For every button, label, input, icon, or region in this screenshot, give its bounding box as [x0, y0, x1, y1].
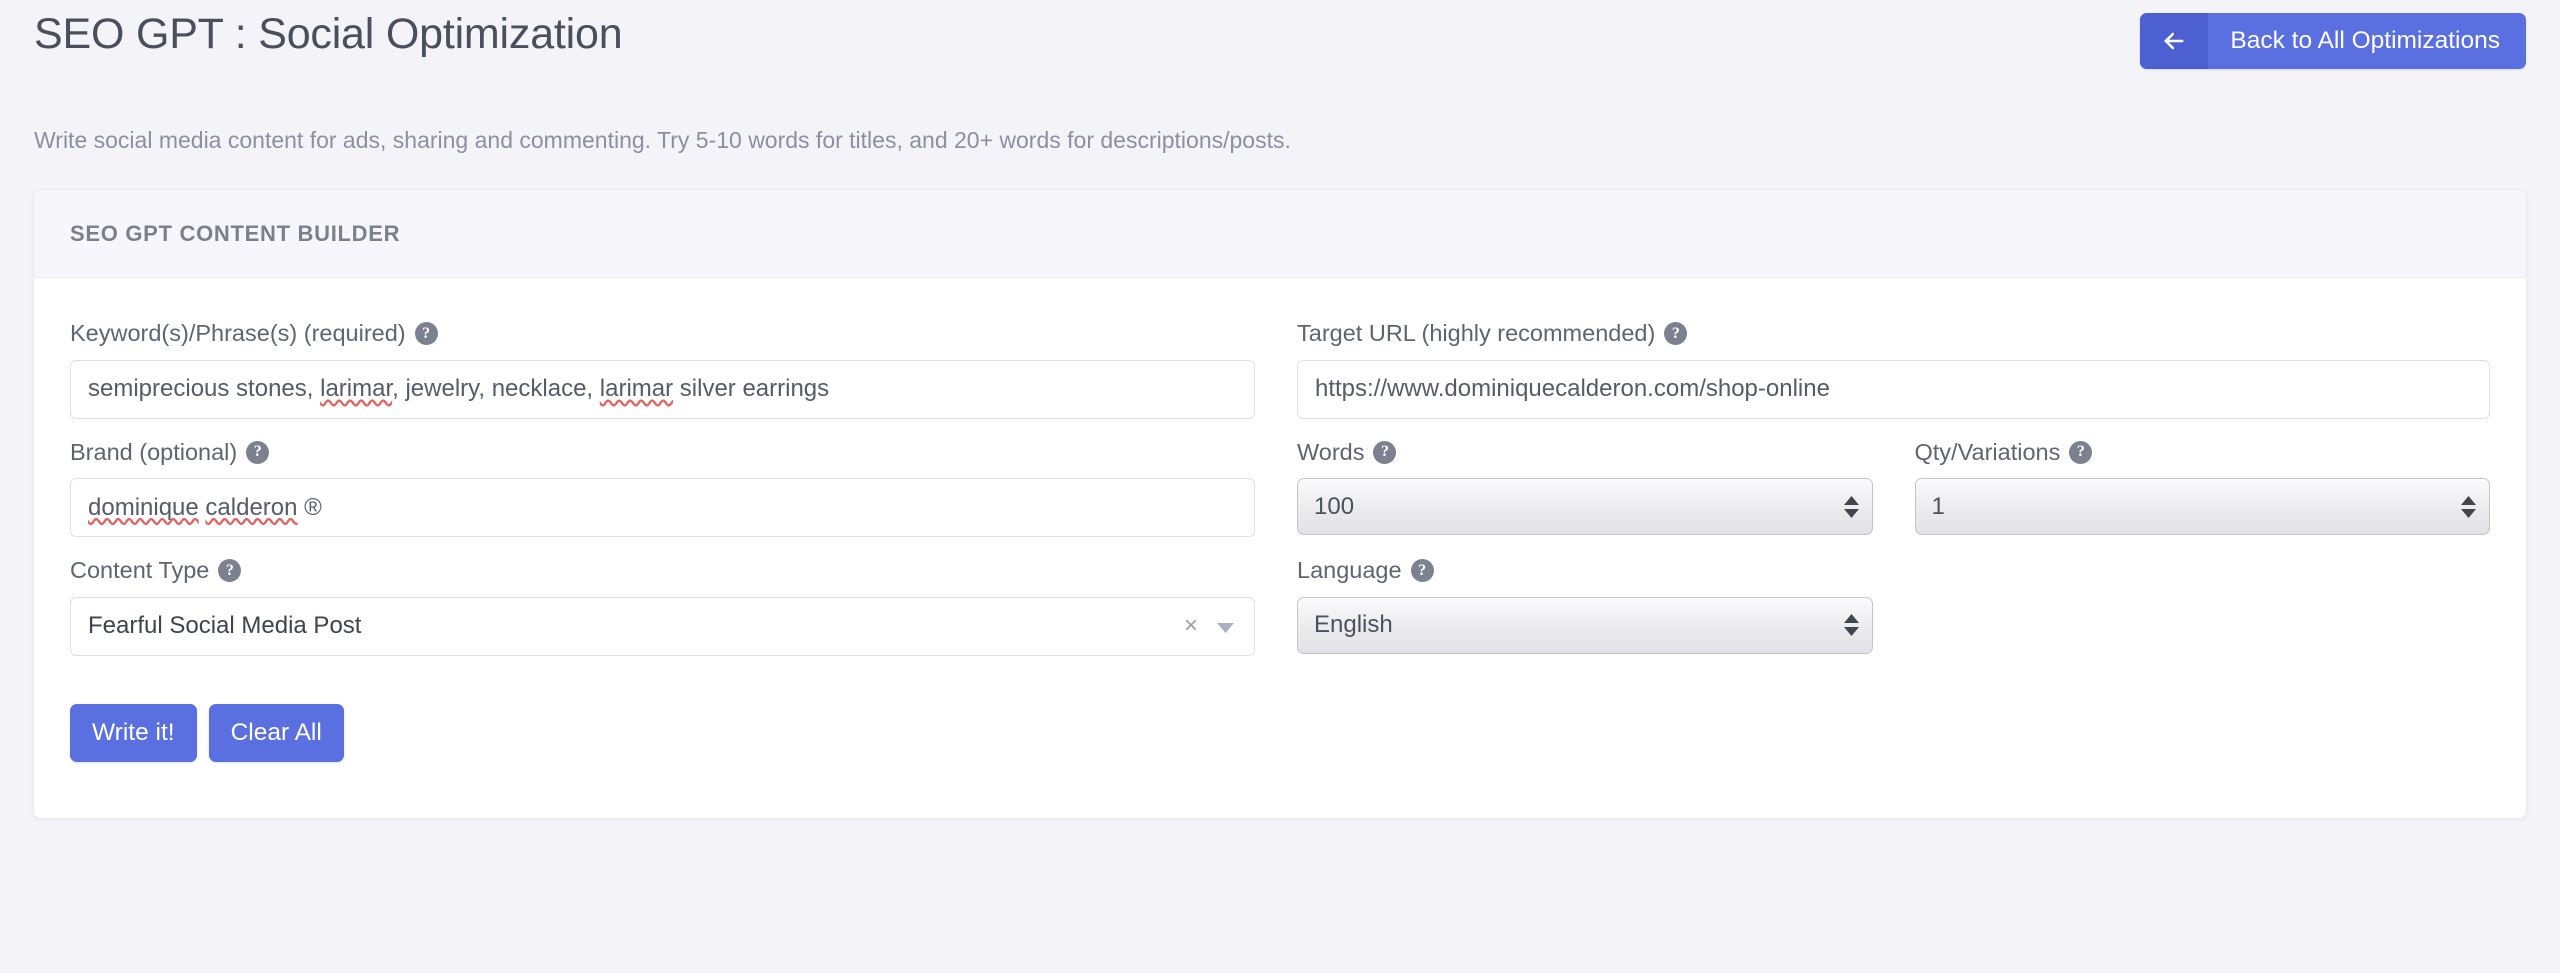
- help-circle-icon[interactable]: ?: [414, 322, 438, 346]
- arrow-left-icon: [2140, 13, 2209, 69]
- chevron-down-icon: [1843, 627, 1859, 636]
- help-circle-icon[interactable]: ?: [246, 440, 270, 464]
- target-url-input[interactable]: [1297, 359, 2490, 419]
- field-language: Language ? English: [1297, 557, 1873, 656]
- form-row-3: Content Type ? Fearful Social Media Post…: [70, 557, 2491, 656]
- content-type-select[interactable]: Fearful Social Media Post ×: [70, 596, 1255, 656]
- target-url-label: Target URL (highly recommended) ?: [1297, 320, 2490, 346]
- language-label-text: Language: [1297, 557, 1402, 583]
- content-type-value: Fearful Social Media Post: [88, 612, 362, 639]
- card-title: SEO GPT CONTENT BUILDER: [70, 220, 401, 246]
- words-stepper[interactable]: 100: [1297, 478, 1873, 535]
- chevron-down-icon: [1843, 508, 1859, 518]
- clear-all-button[interactable]: Clear All: [208, 703, 344, 762]
- field-target-url: Target URL (highly recommended) ?: [1297, 320, 2490, 419]
- row-1-right: Target URL (highly recommended) ?: [1297, 320, 2490, 419]
- content-builder-card: SEO GPT CONTENT BUILDER Keyword(s)/Phras…: [33, 189, 2527, 819]
- page-header: SEO GPT : Social Optimization Back to Al…: [0, 0, 2560, 153]
- back-to-all-optimizations-button[interactable]: Back to All Optimizations: [2140, 13, 2526, 69]
- language-select-arrows[interactable]: [1843, 614, 1859, 636]
- row-3-spacer: [1915, 559, 2491, 656]
- page-title: SEO GPT : Social Optimization: [34, 10, 623, 58]
- words-value: 100: [1314, 492, 1355, 520]
- keywords-label: Keyword(s)/Phrase(s) (required) ?: [70, 320, 1255, 346]
- back-button-label: Back to All Optimizations: [2230, 27, 2500, 54]
- chevron-up-icon: [1843, 495, 1859, 505]
- qty-variations-label: Qty/Variations ?: [1914, 438, 2491, 465]
- form-row-1: Keyword(s)/Phrase(s) (required) ? semipr…: [70, 320, 2490, 419]
- close-icon[interactable]: ×: [1184, 614, 1198, 638]
- language-value: English: [1314, 611, 1393, 638]
- qty-variations-stepper-arrows[interactable]: [2461, 495, 2476, 518]
- field-brand: Brand (optional) ? dominique calderon ®: [70, 438, 1255, 537]
- words-label-text: Words: [1297, 438, 1365, 465]
- chevron-down-icon: [2461, 508, 2476, 518]
- chevron-up-icon: [1843, 614, 1859, 623]
- content-type-label-text: Content Type: [70, 557, 210, 583]
- form-row-2: Brand (optional) ? dominique calderon ® …: [70, 438, 2491, 538]
- field-qty-variations: Qty/Variations ? 1: [1914, 438, 2491, 538]
- words-stepper-arrows[interactable]: [1843, 495, 1859, 518]
- qty-variations-stepper[interactable]: 1: [1914, 478, 2490, 535]
- brand-value: dominique calderon ®: [88, 493, 322, 521]
- keywords-value: semiprecious stones, larimar, jewelry, n…: [88, 375, 830, 402]
- write-it-button[interactable]: Write it!: [70, 703, 197, 762]
- row-2-right: Words ? 100 Qty/Variations ? 1: [1297, 438, 2491, 538]
- qty-variations-label-text: Qty/Variations: [1914, 438, 2061, 465]
- card-header: SEO GPT CONTENT BUILDER: [34, 190, 2526, 278]
- field-words: Words ? 100: [1297, 438, 1873, 538]
- language-select[interactable]: English: [1297, 596, 1873, 654]
- brand-label-text: Brand (optional): [70, 438, 238, 465]
- keywords-label-text: Keyword(s)/Phrase(s) (required): [70, 320, 406, 346]
- form-actions: Write it! Clear All: [70, 703, 2490, 762]
- brand-input[interactable]: dominique calderon ®: [70, 478, 1255, 537]
- field-keywords: Keyword(s)/Phrase(s) (required) ? semipr…: [70, 320, 1255, 419]
- help-circle-icon[interactable]: ?: [1664, 322, 1688, 346]
- language-label: Language ?: [1297, 557, 1873, 583]
- help-circle-icon[interactable]: ?: [2069, 440, 2093, 464]
- card-body: Keyword(s)/Phrase(s) (required) ? semipr…: [34, 278, 2526, 818]
- help-circle-icon[interactable]: ?: [218, 559, 242, 583]
- keywords-input[interactable]: semiprecious stones, larimar, jewelry, n…: [70, 359, 1255, 419]
- help-circle-icon[interactable]: ?: [1373, 440, 1397, 464]
- row-3-right: Language ? English: [1297, 557, 2491, 656]
- words-label: Words ?: [1297, 438, 1873, 465]
- field-content-type: Content Type ? Fearful Social Media Post…: [70, 557, 1255, 656]
- page-subtitle: Write social media content for ads, shar…: [34, 127, 1291, 153]
- brand-label: Brand (optional) ?: [70, 438, 1255, 465]
- help-circle-icon[interactable]: ?: [1410, 559, 1434, 583]
- target-url-label-text: Target URL (highly recommended): [1297, 320, 1656, 346]
- qty-variations-value: 1: [1931, 492, 1945, 520]
- chevron-down-icon[interactable]: [1217, 612, 1234, 640]
- content-type-label: Content Type ?: [70, 557, 1255, 583]
- chevron-up-icon: [2461, 495, 2476, 505]
